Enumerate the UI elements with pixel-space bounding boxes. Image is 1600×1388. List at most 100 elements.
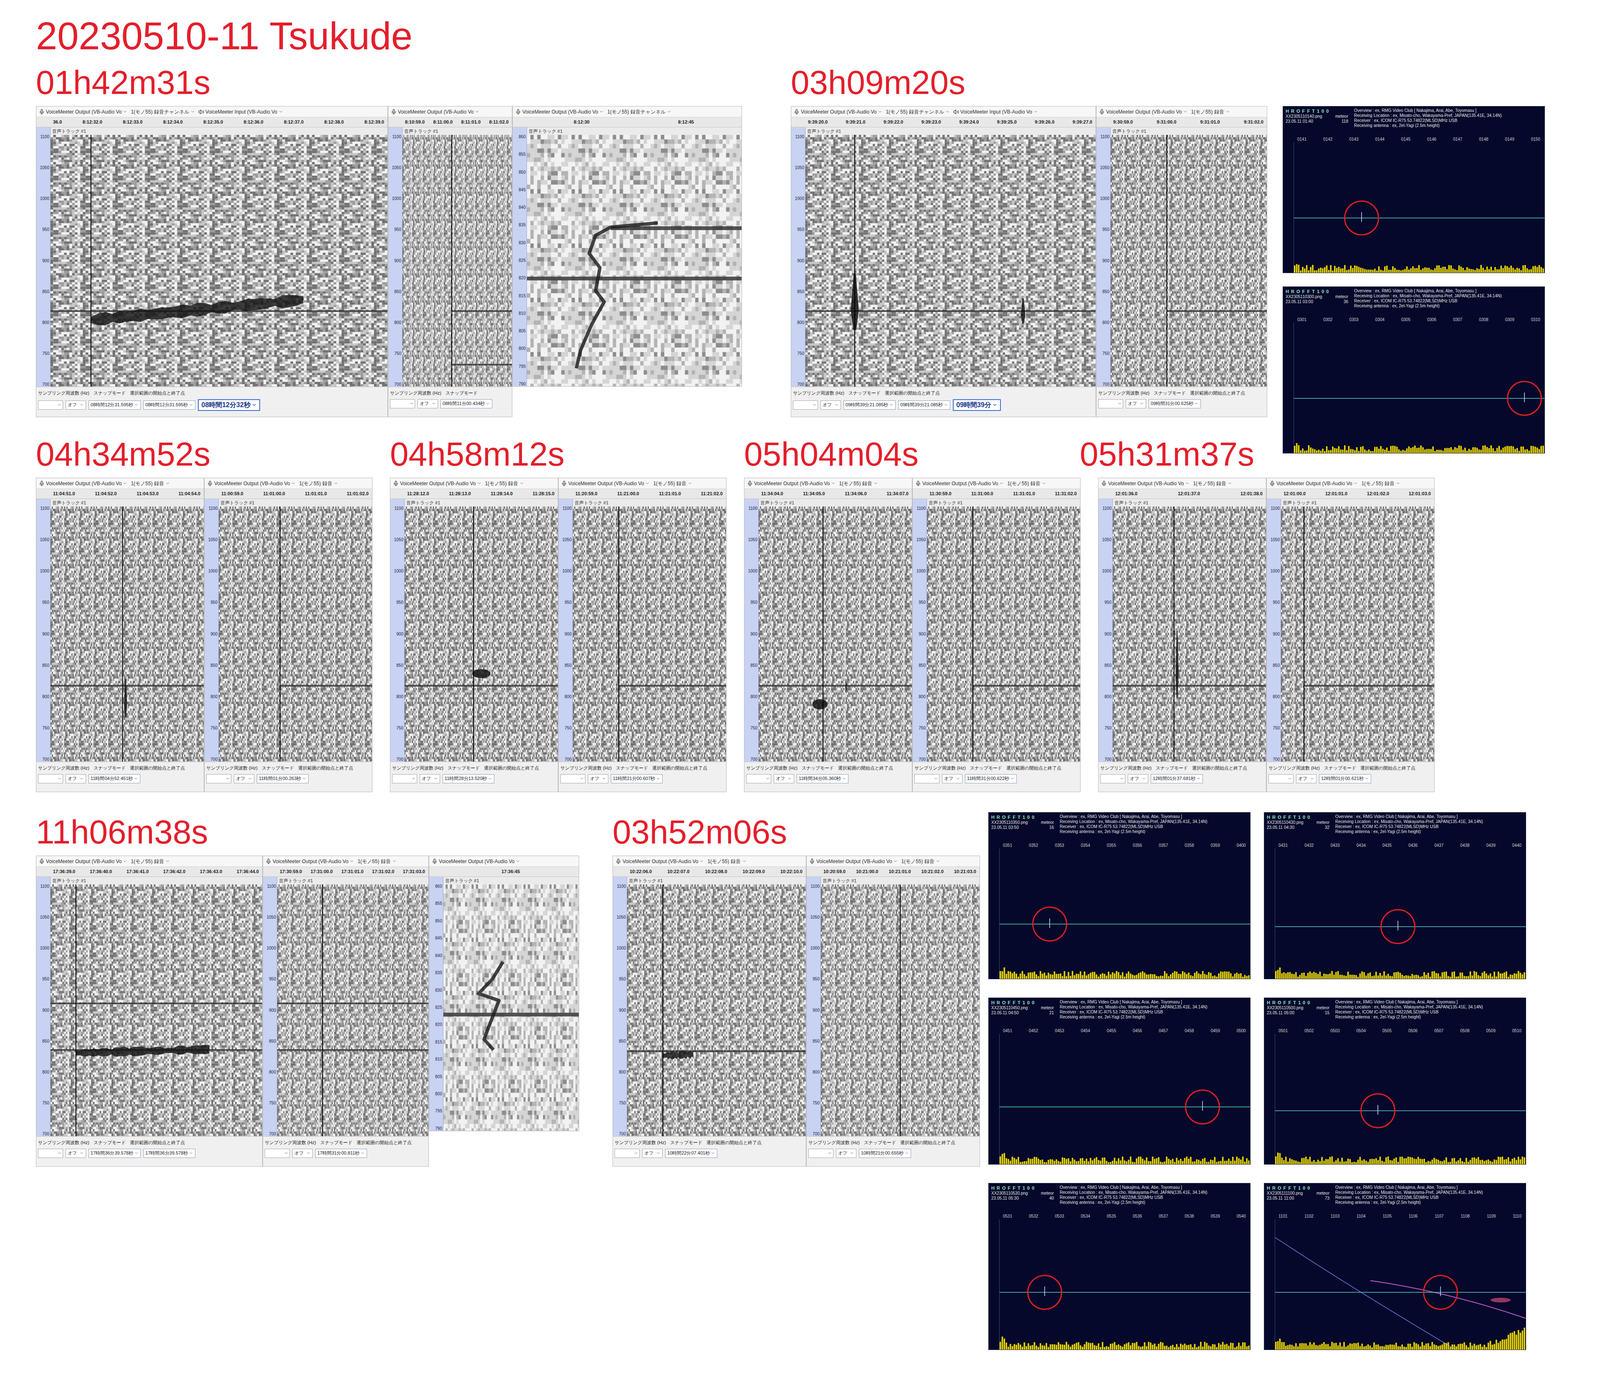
device-select[interactable]: VoiceMeeter Output (VB-Audio Vo	[1269, 479, 1358, 488]
time-field[interactable]: 17時間36分39.578秒	[143, 1148, 196, 1158]
time-field[interactable]: 17時間36分39.578秒	[88, 1148, 141, 1158]
snap-select[interactable]: オフ	[1127, 774, 1149, 784]
snap-select[interactable]: オフ	[587, 774, 609, 784]
device-select[interactable]: 1(モノ55) 録音	[1361, 479, 1400, 488]
time-field[interactable]: 09時間39分21.085秒	[898, 400, 951, 410]
device-select[interactable]: VoiceMeeter Output (VB-Audio Vo	[207, 479, 296, 488]
time-field[interactable]: 08時間12分31.595秒	[88, 400, 141, 410]
device-select[interactable]: 1(モノ55) 録音	[130, 479, 170, 488]
rate-select[interactable]	[1268, 774, 1294, 784]
device-select[interactable]: 1(モノ55) 録音	[484, 479, 524, 488]
device-select[interactable]: VoiceMeeter Output (VB-Audio Vo	[38, 857, 128, 866]
time-field[interactable]: 10時間21分00.655秒	[858, 1148, 912, 1158]
snap-select[interactable]: オフ	[1296, 774, 1317, 784]
device-select[interactable]: VoiceMeeter Output (VB-Audio Vo	[809, 857, 898, 866]
device-select[interactable]: VoiceMeeter Output (VB-Audio Vo	[915, 479, 1004, 488]
device-select[interactable]: 1(モノ55) 録音	[130, 857, 170, 866]
time-ruler[interactable]: 11:34:04.011:34:05.011:34:06.011:34:07.0	[744, 488, 912, 499]
rate-select[interactable]	[560, 774, 586, 784]
snap-select[interactable]: オフ	[65, 774, 87, 784]
time-field[interactable]: 09時間39分21.085秒	[843, 400, 896, 410]
time-ruler[interactable]: 12:01:36.012:01:37.012:01:38.0	[1098, 488, 1266, 499]
device-select[interactable]: VoiceMeeter Output (VB-Audio Vo	[38, 108, 128, 116]
device-select[interactable]: VoiceMeeter Output (VB-Audio Vo	[431, 857, 521, 866]
time-ruler[interactable]: 36.08:12:32.08:12:33.08:12:34.08:12:35.0…	[36, 117, 388, 128]
rate-select[interactable]	[389, 399, 416, 409]
time-field[interactable]: 11時間34分05.360秒	[796, 774, 849, 784]
time-field[interactable]: 11時間21分00.607秒	[610, 774, 663, 784]
time-field[interactable]: 08時間11分00.434秒	[440, 399, 493, 409]
device-select[interactable]: VoiceMeeter Output (VB-Audio Vo	[793, 108, 883, 116]
time-field[interactable]: 11時間31分00.622秒	[964, 774, 1017, 784]
device-select[interactable]: 1(モノ55) 録音	[1190, 108, 1230, 116]
time-field[interactable]: 12時間01分00.621秒	[1318, 774, 1372, 784]
device-select[interactable]: 1(モノ55) 録音チャンネル	[130, 108, 195, 116]
device-select[interactable]: VoiceMeeter Output (VB-Audio Vo	[1098, 108, 1188, 116]
device-select[interactable]: 1(モノ55) 録音	[1192, 479, 1232, 488]
snap-select[interactable]: オフ	[233, 774, 255, 784]
time-ruler[interactable]: 11:04:51.011:04:52.011:04:53.011:04:54.0	[36, 488, 204, 499]
device-select[interactable]: VoiceMeeter Output (VB-Audio Vo	[615, 857, 704, 866]
snap-select[interactable]: オフ	[419, 774, 441, 784]
snap-select[interactable]: オフ	[820, 400, 841, 410]
rate-select[interactable]	[746, 774, 772, 784]
device-select[interactable]: VoiceMeeter Output (VB-Audio Vo	[515, 108, 604, 116]
rate-select[interactable]	[392, 774, 418, 784]
device-select[interactable]: 1(モノ55) 録音	[838, 479, 878, 488]
rate-select[interactable]	[792, 400, 818, 410]
device-select[interactable]: 1(モノ55) 録音	[901, 857, 940, 866]
snap-select[interactable]: オフ	[642, 1148, 663, 1158]
time-ruler[interactable]: 11:00:59.011:01:00.011:01:01.011:01:02.0	[204, 488, 373, 499]
time-field[interactable]: 09時間31分00.625秒	[1148, 399, 1201, 409]
time-ruler[interactable]: 9:30:59.09:31:00.09:31:01.09:31:02.0	[1096, 117, 1267, 128]
rate-select[interactable]	[1098, 399, 1124, 409]
time-ruler[interactable]: 11:28:12.011:28:13.011:28:14.011:28:15.0	[390, 488, 558, 499]
device-select[interactable]: 1(モノ55) 録音	[298, 479, 338, 488]
time-ruler[interactable]: 8:10:59.08:11:00.08:11:01.08:11:02.0	[388, 117, 512, 128]
time-field[interactable]: 11時間01分00.263秒	[256, 774, 309, 784]
device-select[interactable]: 1(モノ55) 録音	[1007, 479, 1046, 488]
time-field[interactable]: 12時間01分37.681秒	[1150, 774, 1203, 784]
position-field[interactable]: 08時間12分32秒	[197, 399, 260, 411]
device-select[interactable]: VoiceMeeter Output (VB-Audio Vo	[561, 479, 650, 488]
snap-select[interactable]: オフ	[1125, 399, 1147, 409]
rate-select[interactable]	[37, 400, 64, 410]
position-field[interactable]: 09時間39分	[952, 399, 1001, 411]
time-field[interactable]: 08時間12分31.595秒	[143, 400, 196, 410]
device-select[interactable]: 1(モノ55) 録音	[357, 857, 397, 866]
device-select[interactable]: VoiceMeeter Output (VB-Audio Vo	[392, 479, 482, 488]
snap-select[interactable]: オフ	[65, 1148, 87, 1158]
time-ruler[interactable]: 17:36:45	[429, 866, 579, 877]
time-ruler[interactable]: 11:20:59.011:21:00.011:21:01.011:21:02.0	[558, 488, 727, 499]
time-ruler[interactable]: 17:36:39.017:36:40.017:36:41.017:36:42.0…	[36, 866, 263, 877]
time-field[interactable]: 11時間28分13.520秒	[442, 774, 495, 784]
time-ruler[interactable]: 11:30:59.011:31:00.011:31:01.011:31:02.0	[912, 488, 1081, 499]
device-select[interactable]: VoiceMeeter Output (VB-Audio Vo	[746, 479, 836, 488]
device-select[interactable]: VoiceMeeter Output (VB-Audio Vo	[265, 857, 355, 866]
time-field[interactable]: 17時間31分00.811秒	[315, 1148, 368, 1158]
rate-select[interactable]	[37, 774, 64, 784]
device-select[interactable]: 1(モノ55) 録音	[653, 479, 692, 488]
rate-select[interactable]	[914, 774, 940, 784]
device-select[interactable]: VoiceMeeter Output (VB-Audio Vo	[390, 108, 480, 116]
rate-select[interactable]	[808, 1148, 834, 1158]
device-select[interactable]: VoiceMeeter Input (VB-Audio Vo	[198, 108, 284, 116]
time-ruler[interactable]: 10:20:59.010:21:00.010:21:01.010:21:02.0…	[806, 866, 980, 877]
device-select[interactable]: VoiceMeeter Input (VB-Audio Vo	[953, 108, 1038, 116]
time-ruler[interactable]: 17:30:59.017:31:00.017:31:01.017:31:02.0…	[263, 866, 429, 877]
rate-select[interactable]	[264, 1148, 290, 1158]
rate-select[interactable]	[37, 1148, 64, 1158]
time-ruler[interactable]: 12:01:00.012:01:01.012:01:02.012:01:03.0	[1266, 488, 1435, 499]
time-ruler[interactable]: 9:39:20.09:39:21.09:39:22.09:39:23.09:39…	[791, 117, 1096, 128]
device-select[interactable]: 1(モノ55) 録音チャンネル	[885, 108, 950, 116]
snap-select[interactable]: オフ	[417, 399, 438, 409]
snap-select[interactable]: オフ	[773, 774, 795, 784]
snap-select[interactable]: オフ	[292, 1148, 313, 1158]
time-ruler[interactable]: 10:22:06.010:22:07.010:22:08.010:22:09.0…	[612, 866, 806, 877]
time-field[interactable]: 10時間22分07.401秒	[665, 1148, 718, 1158]
device-select[interactable]: VoiceMeeter Output (VB-Audio Vo	[1101, 479, 1190, 488]
snap-select[interactable]: オフ	[941, 774, 963, 784]
rate-select[interactable]	[206, 774, 232, 784]
device-select[interactable]: 1(モノ55) 録音	[707, 857, 747, 866]
rate-select[interactable]	[614, 1148, 640, 1158]
